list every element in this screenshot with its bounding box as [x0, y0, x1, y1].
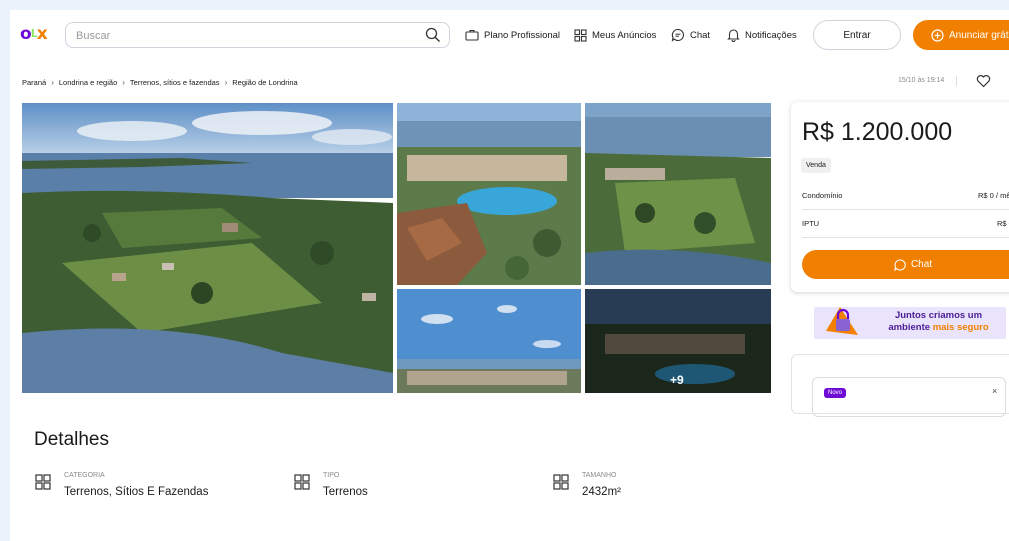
details-title: Detalhes	[34, 429, 109, 450]
condominio-value: R$ 0 / mês	[978, 191, 1009, 200]
nav-chat[interactable]: Chat	[671, 26, 710, 44]
divider	[802, 209, 1009, 210]
safety-line2: ambiente mais seguro	[876, 322, 1001, 334]
safety-line2-a: ambiente	[888, 322, 931, 333]
grid-icon	[553, 474, 569, 490]
chat-button-label: Chat	[910, 259, 933, 270]
briefcase-icon	[465, 29, 479, 41]
search-input[interactable]	[76, 27, 406, 44]
price-card: R$ 1.200.000 Venda Condomínio R$ 0 / mês…	[791, 102, 1009, 292]
venda-tag: Venda	[801, 158, 831, 173]
posted-date: 15/10 às 19:14	[898, 77, 945, 84]
novo-badge: Novo	[824, 388, 847, 398]
more-photos-count[interactable]: +9	[670, 373, 684, 387]
header: oLx Plano Profissional Meus Anúncios	[10, 10, 1009, 58]
search-box	[65, 22, 450, 48]
resort-pool-image	[397, 103, 581, 285]
chevron-right-icon: ›	[224, 77, 228, 87]
price: R$ 1.200.000	[802, 118, 953, 146]
lock-icon	[826, 307, 858, 335]
breadcrumb-item[interactable]: Londrina e região	[59, 78, 117, 87]
condominio-label: Condomínio	[802, 191, 843, 200]
aerial-landscape-image	[22, 103, 393, 393]
divider	[956, 76, 957, 86]
nav-notificacoes[interactable]: Notificações	[727, 26, 797, 44]
anunciar-label: Anunciar grátis	[949, 29, 1009, 41]
photo-sky-lake[interactable]	[397, 289, 581, 393]
chat-icon	[894, 258, 906, 271]
chat-icon	[671, 28, 684, 42]
breadcrumb-item[interactable]: Região de Londrina	[232, 78, 297, 87]
page: oLx Plano Profissional Meus Anúncios	[10, 10, 1009, 541]
aerial-lots-image	[585, 103, 771, 285]
entrar-button[interactable]: Entrar	[813, 20, 901, 50]
photo-aerial-lots[interactable]	[585, 103, 771, 285]
nav-plano-label: Plano Profissional	[484, 29, 561, 41]
iptu-label: IPTU	[802, 219, 820, 228]
chevron-right-icon: ›	[122, 77, 125, 87]
chevron-right-icon: ›	[51, 77, 54, 87]
safety-banner-text: Juntos criamos um ambiente mais seguro	[876, 310, 1001, 334]
plus-circle-icon	[931, 28, 944, 42]
safety-line1: Juntos criamos um	[894, 310, 983, 321]
spec-label: TIPO	[323, 472, 340, 479]
notice-inner: Novo ×	[812, 377, 1006, 417]
grid-icon	[574, 28, 587, 42]
sky-lake-image	[397, 289, 581, 393]
nav-chat-label: Chat	[690, 29, 711, 41]
nav-notificacoes-label: Notificações	[745, 29, 797, 41]
nav-anuncios-label: Meus Anúncios	[592, 29, 657, 41]
nav-meus-anuncios[interactable]: Meus Anúncios	[574, 26, 656, 44]
notice-card: Novo ×	[791, 354, 1009, 417]
nav-plano-profissional[interactable]: Plano Profissional	[465, 26, 560, 44]
safety-line2-b: mais seguro	[932, 322, 989, 333]
divider	[802, 237, 1009, 238]
chat-button[interactable]: Chat	[802, 250, 1009, 279]
spec-value: 2432m²	[582, 486, 621, 498]
main-photo[interactable]	[22, 103, 393, 393]
spec-value: Terrenos	[323, 486, 368, 498]
breadcrumb: Paraná › Londrina e região › Terrenos, s…	[22, 76, 298, 88]
iptu-value: R$ 0	[997, 219, 1009, 228]
breadcrumb-item[interactable]: Paraná	[22, 78, 46, 87]
heart-icon[interactable]	[976, 74, 991, 88]
grid-icon	[294, 474, 310, 490]
safety-banner[interactable]: Juntos criamos um ambiente mais seguro	[814, 307, 1006, 339]
close-icon[interactable]: ×	[992, 386, 997, 396]
breadcrumb-item[interactable]: Terrenos, sítios e fazendas	[130, 78, 220, 87]
bell-icon	[727, 29, 740, 42]
olx-logo[interactable]: oLx	[20, 23, 56, 45]
grid-icon	[35, 474, 51, 490]
anunciar-button[interactable]: Anunciar grátis	[913, 20, 1009, 50]
search-icon[interactable]	[425, 27, 441, 43]
spec-label: TAMANHO	[582, 472, 617, 479]
photo-resort[interactable]	[397, 103, 581, 285]
spec-value: Terrenos, Sítios E Fazendas	[64, 486, 209, 498]
spec-label: CATEGORIA	[64, 472, 105, 479]
